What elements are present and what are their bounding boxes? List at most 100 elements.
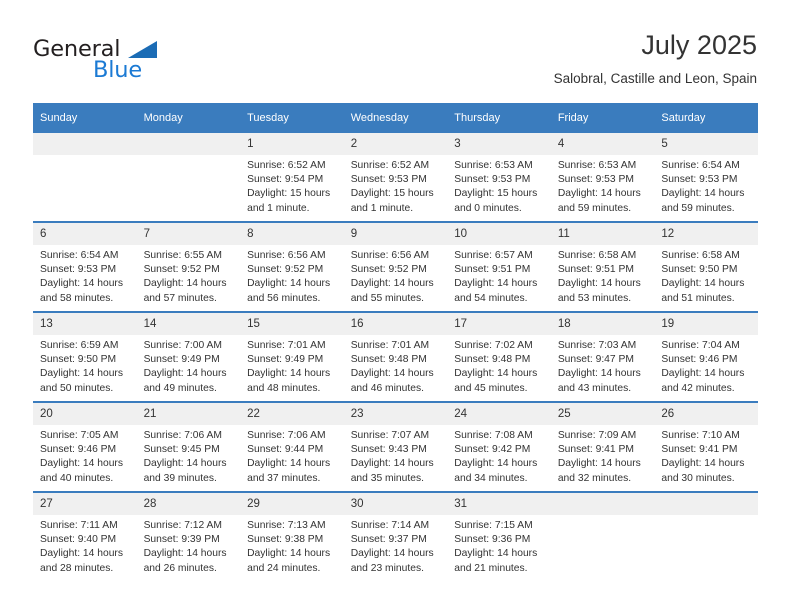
day-details: Sunrise: 7:06 AM Sunset: 9:45 PM Daylight:…	[137, 425, 241, 486]
calendar-day-cell[interactable]: 25 Sunrise: 7:09 AM Sunset: 9:41 PM Dayligh…	[550, 401, 655, 492]
daylight-text: Daylight: 14 hours and 46 minutes.	[350, 368, 434, 394]
daylight-text: Daylight: 14 hours and 39 minutes.	[143, 458, 227, 484]
daylight-text: Daylight: 15 hours and 1 minute.	[350, 188, 434, 214]
calendar-day-cell[interactable]: 27 Sunrise: 7:11 AM Sunset: 9:40 PM Dayligh…	[33, 491, 137, 581]
day-details: Sunrise: 7:07 AM Sunset: 9:43 PM Daylight:…	[344, 425, 448, 486]
sunset-text: Sunset: 9:41 PM	[557, 444, 634, 456]
calendar-day-cell[interactable]: 30 Sunrise: 7:14 AM Sunset: 9:37 PM Dayligh…	[343, 491, 448, 581]
day-number: 2	[343, 133, 448, 155]
calendar-day-cell[interactable]: 8 Sunrise: 6:56 AM Sunset: 9:52 PM Daylight…	[240, 221, 344, 312]
day-number: 14	[136, 313, 241, 335]
calendar-day-cell[interactable]: 16 Sunrise: 7:01 AM Sunset: 9:48 PM Dayligh…	[343, 311, 448, 402]
calendar-day-cell[interactable]: 19 Sunrise: 7:04 AM Sunset: 9:46 PM Dayligh…	[654, 311, 758, 402]
calendar-day-cell[interactable]: 3 Sunrise: 6:53 AM Sunset: 9:53 PM Daylight…	[447, 133, 551, 222]
daylight-text: Daylight: 14 hours and 56 minutes.	[247, 278, 331, 304]
calendar-day-cell[interactable]: 6 Sunrise: 6:54 AM Sunset: 9:53 PM Daylight…	[33, 221, 137, 312]
calendar-day-cell[interactable]: 18 Sunrise: 7:03 AM Sunset: 9:47 PM Dayligh…	[550, 311, 655, 402]
day-number: 30	[343, 493, 448, 515]
calendar-day-cell[interactable]: 23 Sunrise: 7:07 AM Sunset: 9:43 PM Dayligh…	[343, 401, 448, 492]
daylight-text: Daylight: 14 hours and 51 minutes.	[661, 278, 745, 304]
sunrise-text: Sunrise: 6:52 AM	[350, 160, 430, 171]
day-number: 5	[654, 133, 758, 155]
weekday-header-wednesday: Wednesday	[343, 103, 448, 133]
daylight-text: Daylight: 14 hours and 23 minutes.	[350, 548, 434, 574]
calendar-day-cell[interactable]: 22 Sunrise: 7:06 AM Sunset: 9:44 PM Dayligh…	[240, 401, 344, 492]
calendar-day-cell-empty	[33, 133, 137, 222]
calendar-day-cell[interactable]: 26 Sunrise: 7:10 AM Sunset: 9:41 PM Dayligh…	[654, 401, 758, 492]
calendar-day-cell[interactable]: 21 Sunrise: 7:06 AM Sunset: 9:45 PM Dayligh…	[136, 401, 241, 492]
daylight-text: Daylight: 14 hours and 59 minutes.	[557, 188, 641, 214]
sunset-text: Sunset: 9:50 PM	[661, 264, 738, 276]
calendar-day-cell[interactable]: 11 Sunrise: 6:58 AM Sunset: 9:51 PM Dayligh…	[550, 221, 655, 312]
sunrise-text: Sunrise: 6:54 AM	[661, 160, 740, 171]
daylight-text: Daylight: 14 hours and 57 minutes.	[143, 278, 227, 304]
calendar-day-cell[interactable]: 28 Sunrise: 7:12 AM Sunset: 9:39 PM Dayligh…	[136, 491, 241, 581]
daylight-text: Daylight: 14 hours and 54 minutes.	[454, 278, 538, 304]
day-details: Sunrise: 6:54 AM Sunset: 9:53 PM Daylight:…	[33, 245, 137, 306]
day-details: Sunrise: 6:59 AM Sunset: 9:50 PM Daylight:…	[33, 335, 137, 396]
sunset-text: Sunset: 9:40 PM	[40, 534, 117, 546]
calendar-day-cell[interactable]: 24 Sunrise: 7:08 AM Sunset: 9:42 PM Dayligh…	[447, 401, 551, 492]
daylight-text: Daylight: 14 hours and 50 minutes.	[40, 368, 123, 394]
location-subtitle: Salobral, Castille and Leon, Spain	[553, 71, 757, 86]
calendar-day-cell[interactable]: 1 Sunrise: 6:52 AM Sunset: 9:54 PM Daylight…	[240, 133, 344, 222]
general-blue-logo[interactable]: General Blue	[33, 36, 233, 88]
sunrise-text: Sunrise: 6:56 AM	[350, 250, 430, 261]
calendar-day-cell[interactable]: 7 Sunrise: 6:55 AM Sunset: 9:52 PM Daylight…	[136, 221, 241, 312]
sunset-text: Sunset: 9:53 PM	[350, 174, 427, 186]
calendar-day-cell[interactable]: 29 Sunrise: 7:13 AM Sunset: 9:38 PM Dayligh…	[240, 491, 344, 581]
calendar-day-cell[interactable]: 20 Sunrise: 7:05 AM Sunset: 9:46 PM Dayligh…	[33, 401, 137, 492]
calendar-day-cell-empty	[654, 491, 758, 581]
day-number: 25	[550, 403, 655, 425]
calendar-day-cell[interactable]: 13 Sunrise: 6:59 AM Sunset: 9:50 PM Dayligh…	[33, 311, 137, 402]
sunrise-text: Sunrise: 7:08 AM	[454, 430, 533, 441]
calendar-day-cell[interactable]: 10 Sunrise: 6:57 AM Sunset: 9:51 PM Dayligh…	[447, 221, 551, 312]
sunrise-text: Sunrise: 7:03 AM	[557, 340, 637, 351]
day-details: Sunrise: 7:13 AM Sunset: 9:38 PM Daylight:…	[240, 515, 344, 576]
calendar-day-cell[interactable]: 14 Sunrise: 7:00 AM Sunset: 9:49 PM Dayligh…	[136, 311, 241, 402]
calendar-day-cell[interactable]: 2 Sunrise: 6:52 AM Sunset: 9:53 PM Daylight…	[343, 133, 448, 222]
daylight-text: Daylight: 14 hours and 28 minutes.	[40, 548, 123, 574]
day-number: 16	[343, 313, 448, 335]
daylight-text: Daylight: 15 hours and 1 minute.	[247, 188, 331, 214]
daylight-text: Daylight: 14 hours and 26 minutes.	[143, 548, 227, 574]
sunrise-text: Sunrise: 7:01 AM	[350, 340, 430, 351]
day-details: Sunrise: 6:52 AM Sunset: 9:53 PM Daylight:…	[344, 155, 448, 216]
sunset-text: Sunset: 9:45 PM	[143, 444, 220, 456]
sunset-text: Sunset: 9:47 PM	[557, 354, 634, 366]
calendar-day-cell[interactable]: 15 Sunrise: 7:01 AM Sunset: 9:49 PM Dayligh…	[240, 311, 344, 402]
weekday-header-monday: Monday	[136, 103, 241, 133]
calendar-day-cell[interactable]: 9 Sunrise: 6:56 AM Sunset: 9:52 PM Daylight…	[343, 221, 448, 312]
day-details: Sunrise: 6:58 AM Sunset: 9:50 PM Daylight:…	[654, 245, 758, 306]
calendar-day-cell[interactable]: 5 Sunrise: 6:54 AM Sunset: 9:53 PM Daylight…	[654, 133, 758, 222]
sunrise-text: Sunrise: 7:02 AM	[454, 340, 533, 351]
day-number: 28	[136, 493, 241, 515]
sunset-text: Sunset: 9:52 PM	[350, 264, 427, 276]
sunset-text: Sunset: 9:54 PM	[247, 174, 324, 186]
day-details: Sunrise: 7:06 AM Sunset: 9:44 PM Daylight:…	[240, 425, 344, 486]
page-header: General Blue July 2025 Salobral, Castill…	[33, 28, 757, 98]
day-number: 8	[240, 223, 344, 245]
daylight-text: Daylight: 14 hours and 34 minutes.	[454, 458, 538, 484]
sunset-text: Sunset: 9:41 PM	[661, 444, 738, 456]
sunrise-text: Sunrise: 6:56 AM	[247, 250, 326, 261]
sunset-text: Sunset: 9:43 PM	[350, 444, 427, 456]
sunset-text: Sunset: 9:53 PM	[454, 174, 531, 186]
sunset-text: Sunset: 9:39 PM	[143, 534, 220, 546]
day-details: Sunrise: 7:04 AM Sunset: 9:46 PM Daylight:…	[654, 335, 758, 396]
sunrise-text: Sunrise: 7:12 AM	[143, 520, 222, 531]
calendar-day-cell[interactable]: 17 Sunrise: 7:02 AM Sunset: 9:48 PM Dayligh…	[447, 311, 551, 402]
sunrise-text: Sunrise: 7:01 AM	[247, 340, 326, 351]
sunrise-text: Sunrise: 7:05 AM	[40, 430, 119, 441]
day-details: Sunrise: 7:14 AM Sunset: 9:37 PM Daylight:…	[344, 515, 448, 576]
calendar-day-cell[interactable]: 12 Sunrise: 6:58 AM Sunset: 9:50 PM Dayligh…	[654, 221, 758, 312]
calendar-day-cell[interactable]: 4 Sunrise: 6:53 AM Sunset: 9:53 PM Daylight…	[550, 133, 655, 222]
sunset-text: Sunset: 9:48 PM	[350, 354, 427, 366]
sunset-text: Sunset: 9:52 PM	[143, 264, 220, 276]
day-number: 9	[343, 223, 448, 245]
day-number: 22	[240, 403, 344, 425]
day-number: 26	[654, 403, 758, 425]
calendar-day-cell[interactable]: 31 Sunrise: 7:15 AM Sunset: 9:36 PM Dayligh…	[447, 491, 551, 581]
daylight-text: Daylight: 14 hours and 21 minutes.	[454, 548, 538, 574]
weekday-header-thursday: Thursday	[447, 103, 551, 133]
